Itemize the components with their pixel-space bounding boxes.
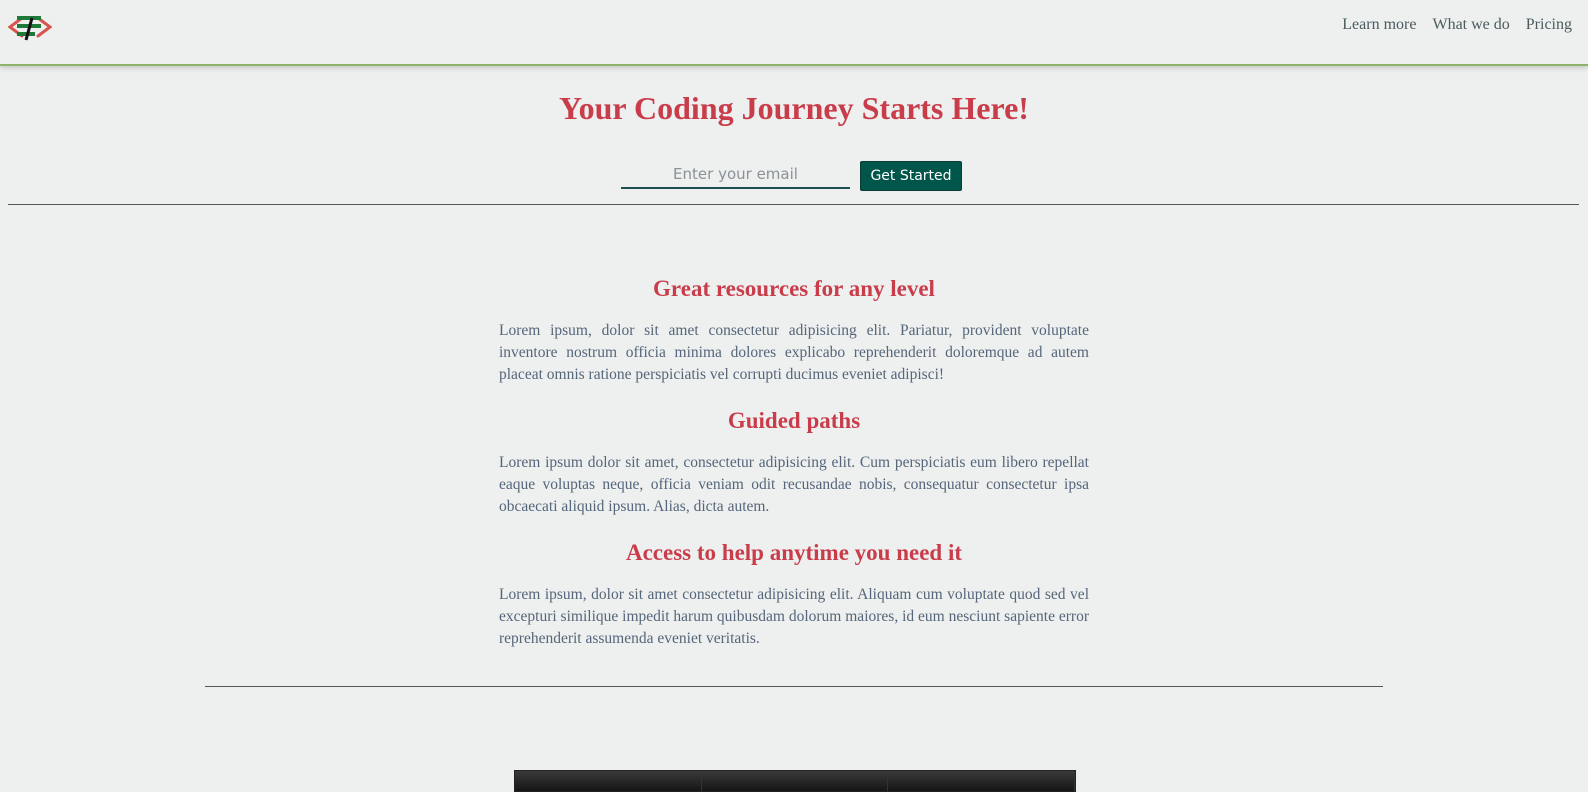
main-nav: Learn more What we do Pricing — [1342, 16, 1572, 34]
section-divider — [8, 204, 1579, 205]
feature-title: Guided paths — [727, 408, 861, 433]
email-input[interactable] — [621, 161, 850, 189]
nav-what-we-do[interactable]: What we do — [1432, 16, 1509, 34]
feature-title: Great resources for any level — [653, 276, 935, 301]
feature-text: Lorem ipsum dolor sit amet, consectetur … — [499, 454, 1089, 515]
code-logo-icon[interactable] — [7, 10, 53, 44]
feature-text: Lorem ipsum, dolor sit amet consectetur … — [499, 322, 1089, 383]
section-divider — [205, 686, 1383, 687]
video-embed[interactable] — [514, 770, 1076, 792]
video-thumbnail-part — [888, 771, 1076, 791]
feature-text: Lorem ipsum, dolor sit amet consectetur … — [499, 586, 1089, 647]
video-thumbnail-part — [701, 771, 889, 791]
video-thumbnail-part — [515, 771, 702, 791]
nav-pricing[interactable]: Pricing — [1526, 16, 1572, 34]
get-started-button[interactable]: Get Started — [860, 161, 962, 191]
site-header: Learn more What we do Pricing — [0, 0, 1588, 66]
nav-learn-more[interactable]: Learn more — [1342, 16, 1416, 34]
features-section: Great resources for any level Lorem ipsu… — [499, 270, 1089, 666]
feature-help: Access to help anytime you need it Lorem… — [499, 534, 1089, 650]
feature-guided-paths: Guided paths Lorem ipsum dolor sit amet,… — [499, 402, 1089, 518]
hero-title: Your Coding Journey Starts Here! — [559, 90, 1029, 126]
feature-resources: Great resources for any level Lorem ipsu… — [499, 270, 1089, 386]
signup-form: Get Started — [621, 161, 963, 191]
feature-title: Access to help anytime you need it — [625, 540, 963, 565]
